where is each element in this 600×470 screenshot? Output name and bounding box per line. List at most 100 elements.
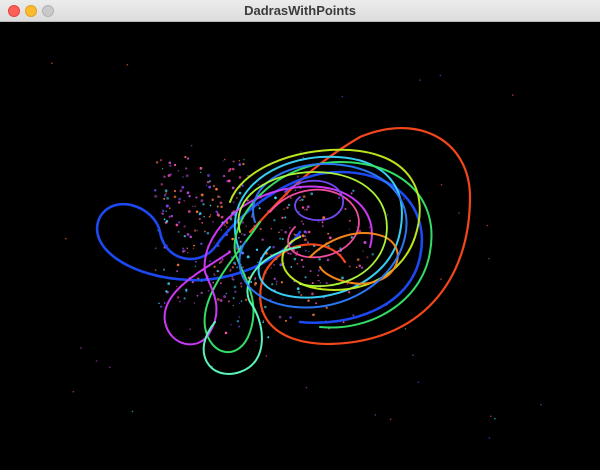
particle-point xyxy=(194,229,197,232)
particle-point xyxy=(161,212,164,215)
particle-point xyxy=(220,229,222,231)
particle-point xyxy=(293,257,297,261)
particle-point xyxy=(404,328,407,330)
particle-point xyxy=(158,302,160,305)
particle-point xyxy=(341,95,344,98)
particle-point xyxy=(403,198,405,200)
particle-point xyxy=(317,279,319,282)
particle-point xyxy=(305,208,308,211)
particle-point xyxy=(280,281,284,284)
particle-point xyxy=(238,191,242,195)
particle-point xyxy=(237,236,240,239)
title-bar[interactable]: DadrasWithPoints xyxy=(0,0,600,22)
particle-point xyxy=(298,211,300,213)
particle-point xyxy=(258,207,261,210)
particle-point xyxy=(183,200,185,202)
particle-point xyxy=(366,256,369,259)
particle-point xyxy=(240,300,243,302)
particle-point xyxy=(182,247,185,250)
particle-point xyxy=(154,194,158,198)
particle-point xyxy=(374,414,377,416)
particle-point xyxy=(246,255,250,259)
particle-point xyxy=(163,268,166,271)
particle-point xyxy=(177,230,180,233)
particle-point xyxy=(169,164,172,168)
particle-point xyxy=(173,189,177,193)
particle-point xyxy=(208,185,212,189)
particle-point xyxy=(290,266,293,268)
particle-point xyxy=(300,294,303,297)
particle-point xyxy=(289,316,292,319)
particle-point xyxy=(255,340,257,342)
particle-point xyxy=(182,176,184,178)
particle-point xyxy=(311,282,314,285)
particle-point xyxy=(163,194,167,197)
particle-point xyxy=(304,276,307,279)
particle-point xyxy=(209,214,212,216)
particle-point xyxy=(284,230,288,234)
particle-point xyxy=(224,331,228,335)
particle-point xyxy=(65,237,67,240)
particle-point xyxy=(257,261,259,264)
particle-point xyxy=(208,215,211,218)
particle-point xyxy=(273,263,276,266)
particle-point xyxy=(168,161,172,164)
particle-point xyxy=(165,192,167,195)
particle-point xyxy=(212,184,216,188)
particle-point xyxy=(200,199,204,203)
particle-point xyxy=(439,74,442,77)
particle-point xyxy=(80,347,82,349)
particle-point xyxy=(167,282,171,285)
particle-point xyxy=(301,198,304,202)
particle-point xyxy=(186,233,190,236)
particle-point xyxy=(199,171,202,174)
particle-point xyxy=(216,297,220,301)
particle-point xyxy=(194,205,196,207)
particle-point xyxy=(184,156,187,159)
particle-point xyxy=(261,238,264,241)
particle-point xyxy=(231,237,234,241)
render-canvas[interactable] xyxy=(0,22,600,470)
particle-point xyxy=(155,161,159,164)
particle-point xyxy=(297,290,301,294)
particle-point xyxy=(197,230,199,232)
particle-point xyxy=(240,285,243,288)
particle-point xyxy=(236,319,240,323)
particle-point xyxy=(244,298,248,302)
particle-point xyxy=(200,242,203,245)
particle-point xyxy=(176,263,180,267)
particle-point xyxy=(177,170,180,172)
particle-point xyxy=(179,300,181,303)
particle-point xyxy=(356,258,360,261)
particle-point xyxy=(315,302,318,305)
particle-point xyxy=(310,192,314,196)
particle-point xyxy=(289,197,292,200)
particle-point xyxy=(206,231,210,235)
particle-point xyxy=(303,230,307,234)
particle-point xyxy=(231,266,235,269)
particle-point xyxy=(337,196,341,200)
particle-point xyxy=(200,193,204,197)
particle-point xyxy=(221,258,224,261)
particle-point xyxy=(154,189,157,192)
particle-point xyxy=(168,207,171,210)
particle-point xyxy=(131,410,134,413)
particle-point xyxy=(341,276,344,280)
particle-point xyxy=(294,189,297,192)
particle-point xyxy=(328,236,332,240)
particle-point xyxy=(488,257,490,260)
particle-point xyxy=(225,221,229,225)
particle-point xyxy=(186,157,190,160)
particle-point xyxy=(255,248,259,251)
particle-point xyxy=(440,278,442,280)
particle-point xyxy=(322,216,326,220)
particle-point xyxy=(301,206,305,209)
particle-point xyxy=(284,216,287,219)
particle-point xyxy=(200,291,203,295)
particle-point xyxy=(216,205,219,208)
particle-point xyxy=(209,204,212,207)
particle-point xyxy=(233,285,237,289)
particle-point xyxy=(307,299,310,302)
particle-point xyxy=(274,196,277,200)
particle-point xyxy=(258,204,260,207)
